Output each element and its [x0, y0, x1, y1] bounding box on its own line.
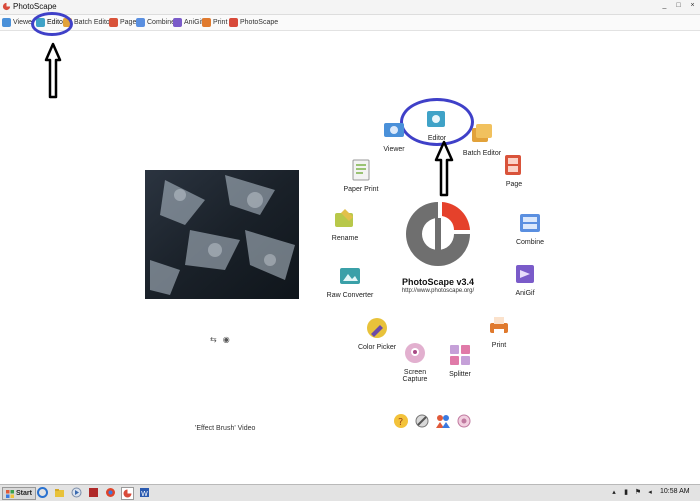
module-splitter[interactable]: Splitter: [444, 343, 476, 378]
module-label: Rename: [331, 235, 359, 242]
tab-label: AniGif: [184, 19, 204, 26]
module-anigif[interactable]: AniGif: [510, 262, 540, 297]
tab-combine[interactable]: Combine: [136, 17, 175, 28]
module-rename[interactable]: Rename: [330, 207, 360, 242]
photoscape-logo: [406, 202, 470, 266]
module-label: Batch Editor: [462, 150, 502, 157]
app-red-icon[interactable]: [88, 487, 99, 498]
module-print[interactable]: Print: [484, 314, 514, 349]
anigif-icon: [173, 18, 182, 27]
module-editor[interactable]: Editor: [418, 107, 456, 142]
module-batch-editor[interactable]: Batch Editor: [460, 122, 504, 157]
tab-label: Print: [213, 19, 228, 26]
module-screen-capture[interactable]: Screen Capture: [392, 341, 438, 383]
people-icon[interactable]: [435, 413, 451, 429]
rename-icon: [335, 209, 353, 227]
splitter-icon: [450, 345, 470, 365]
photoscape-icon: [229, 18, 238, 27]
bottom-tools: ?: [393, 413, 472, 429]
media-icon[interactable]: [71, 487, 82, 498]
tray-volume-icon[interactable]: ◂: [646, 488, 654, 497]
svg-text:W: W: [141, 490, 148, 498]
photoscape-taskbar-icon[interactable]: [121, 487, 134, 500]
color-picker-icon: [367, 318, 387, 338]
module-label: Splitter: [449, 371, 471, 378]
module-viewer[interactable]: Viewer: [378, 118, 410, 153]
maximize-button[interactable]: □: [674, 2, 683, 10]
viewer-icon: [384, 123, 404, 137]
tray-expand-icon[interactable]: ▴: [610, 488, 618, 497]
screen-capture-icon: [405, 343, 425, 363]
module-label: Paper Print: [343, 186, 379, 193]
annotation-circle-tab-editor: [31, 12, 73, 36]
page-icon: [505, 155, 521, 175]
module-label: Combine: [515, 239, 544, 246]
module-combine[interactable]: Combine: [512, 211, 548, 246]
ie-icon[interactable]: [37, 487, 48, 498]
module-label: Print: [491, 342, 507, 349]
photoscape-app-icon: [2, 2, 11, 11]
paper-print-icon: [352, 159, 370, 181]
word-icon[interactable]: W: [139, 487, 150, 498]
tab-viewer[interactable]: Viewer: [2, 17, 34, 28]
module-label: Editor: [427, 135, 447, 142]
clock: 10:58 AM: [660, 488, 690, 495]
preview-image: [145, 170, 299, 299]
module-color-picker[interactable]: Color Picker: [356, 316, 398, 351]
tab-label: Page: [120, 19, 137, 26]
tray-network-icon[interactable]: ▮: [622, 488, 630, 497]
help-icon[interactable]: ?: [393, 413, 409, 429]
module-label: Color Picker: [357, 344, 397, 351]
effect-brush-video-link[interactable]: 'Effect Brush' Video: [195, 425, 255, 432]
module-raw-converter[interactable]: Raw Converter: [325, 264, 375, 299]
chrome-icon[interactable]: [105, 487, 116, 498]
page-icon: [109, 18, 118, 27]
taskbar: Start W ▴ ▮ ⚑ ◂ 10:58 AM: [0, 484, 700, 501]
combine-icon: [520, 214, 540, 232]
anigif-icon: [516, 265, 534, 283]
tab-print[interactable]: Print: [202, 17, 227, 28]
annotation-up-arrow-icon: [44, 42, 62, 99]
view-icon[interactable]: ◉: [223, 335, 230, 344]
raw-converter-icon: [340, 268, 360, 284]
module-label: Screen Capture: [402, 369, 428, 383]
batch-editor-icon: [472, 124, 492, 142]
minimize-button[interactable]: _: [660, 2, 669, 10]
tools-icon[interactable]: [414, 413, 430, 429]
module-paper-print[interactable]: Paper Print: [341, 158, 381, 193]
module-label: Raw Converter: [326, 292, 374, 299]
module-label: Page: [505, 181, 523, 188]
annotation-up-arrow-icon: [434, 140, 454, 197]
svg-text:?: ?: [398, 417, 403, 428]
tray-flag-icon[interactable]: ⚑: [634, 488, 642, 497]
start-button[interactable]: Start: [2, 487, 36, 500]
print-icon: [202, 18, 211, 27]
start-label: Start: [16, 490, 32, 497]
module-page[interactable]: Page: [498, 153, 530, 188]
title-bar: PhotoScape _ □ ×: [0, 0, 700, 15]
settings-icon[interactable]: [456, 413, 472, 429]
module-label: Viewer: [383, 146, 405, 153]
editor-icon: [427, 111, 445, 127]
tab-label: Batch Editor: [74, 19, 113, 26]
product-url[interactable]: http://www.photoscape.org/: [380, 288, 496, 294]
print-icon: [490, 317, 508, 335]
combine-icon: [136, 18, 145, 27]
preview-controls: ⇆ ◉: [210, 335, 230, 344]
tab-photoscape[interactable]: PhotoScape: [229, 17, 278, 28]
module-tab-bar: Viewer Editor Batch Editor Page Combine …: [0, 15, 700, 31]
folder-icon[interactable]: [54, 487, 65, 498]
tab-label: Combine: [147, 19, 176, 26]
windows-flag-icon: [6, 489, 14, 498]
previous-icon[interactable]: ⇆: [210, 335, 217, 344]
tab-label: PhotoScape: [240, 19, 279, 26]
product-name: PhotoScape v3.4: [401, 277, 475, 287]
viewer-icon: [2, 18, 11, 27]
tab-anigif[interactable]: AniGif: [173, 17, 203, 28]
module-label: AniGif: [515, 290, 535, 297]
window-title: PhotoScape: [13, 2, 57, 11]
close-button[interactable]: ×: [688, 2, 697, 10]
tab-page[interactable]: Page: [109, 17, 136, 28]
